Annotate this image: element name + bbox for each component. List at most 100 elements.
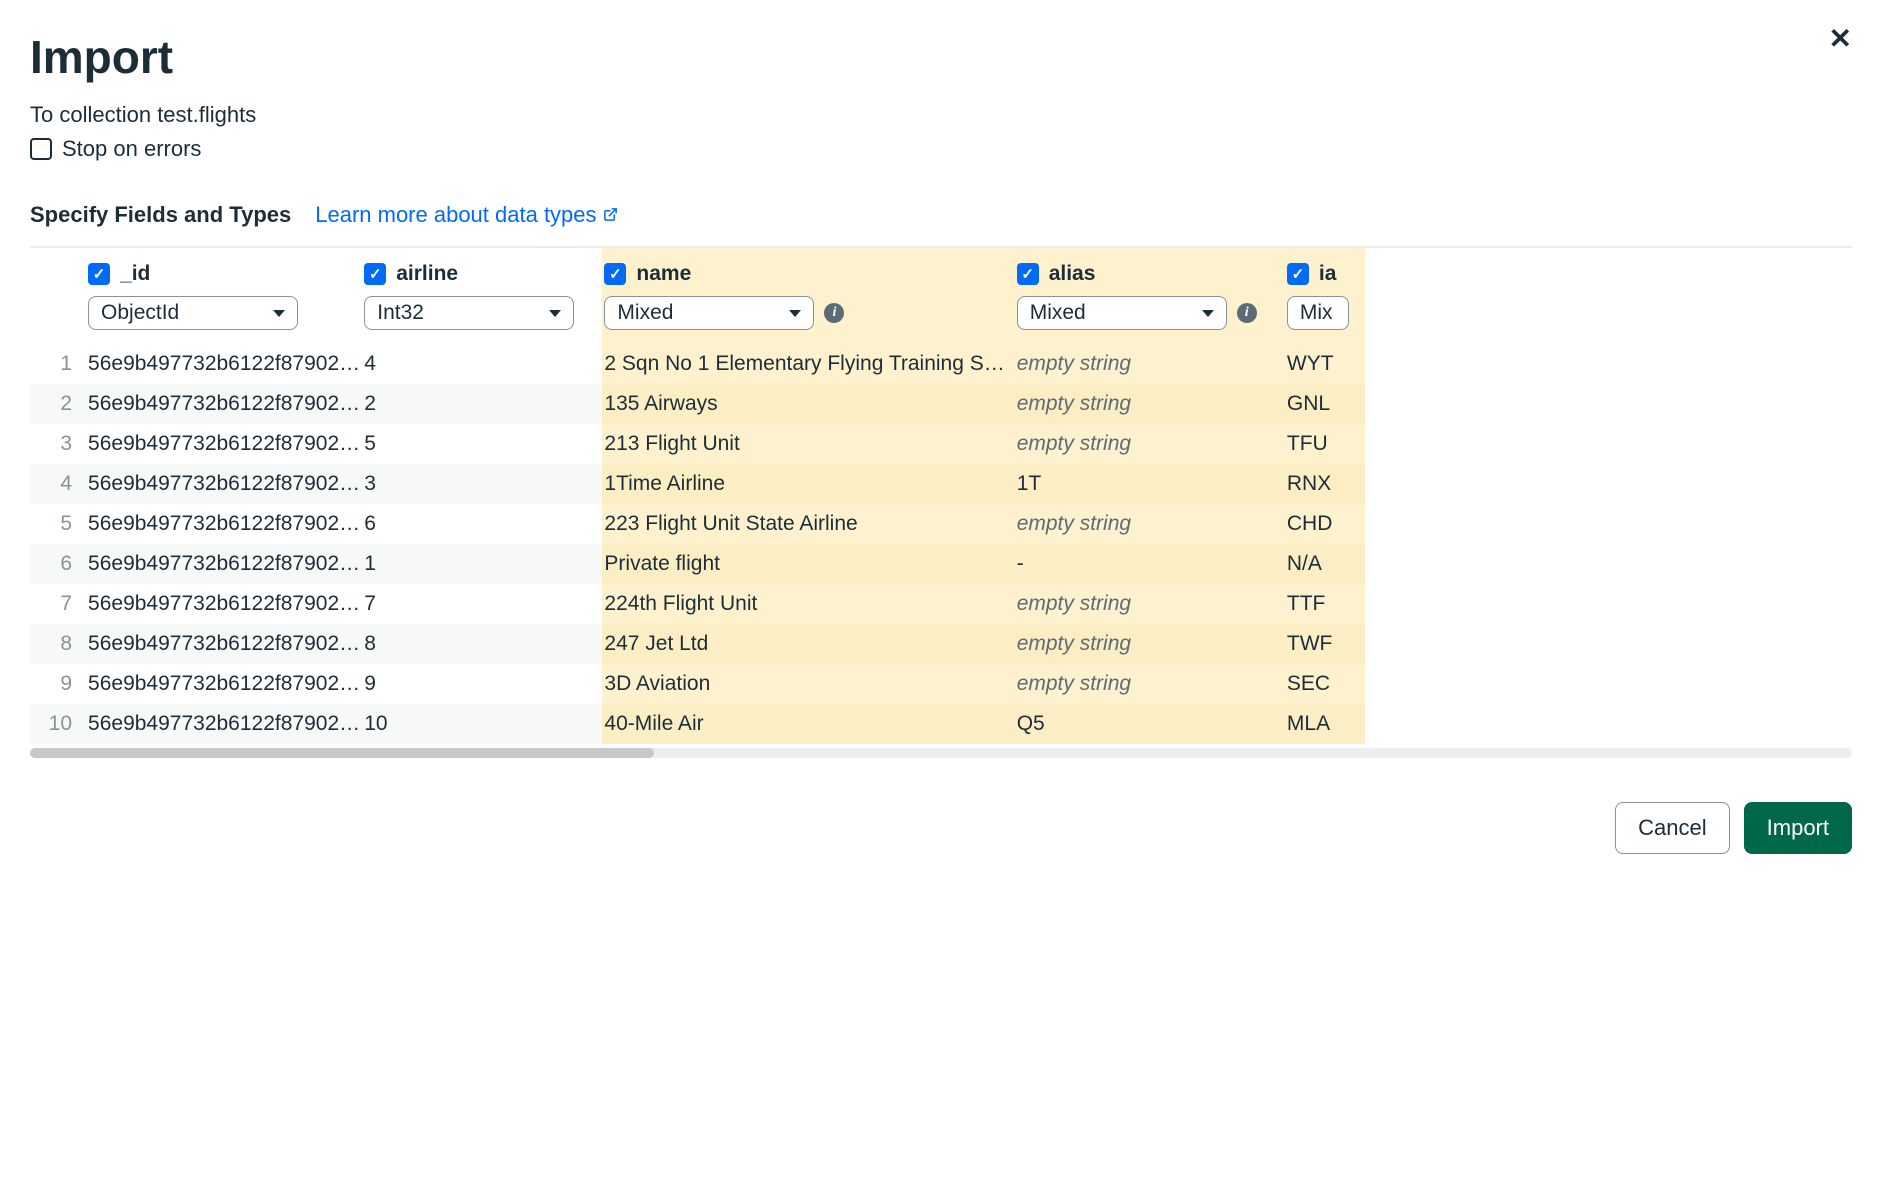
col-id-type-select[interactable]: ObjectId bbox=[88, 296, 298, 330]
cell-alias: empty string bbox=[1015, 424, 1285, 464]
row-number: 7 bbox=[30, 584, 86, 624]
cell-name: 135 Airways bbox=[602, 384, 1014, 424]
table-row: 856e9b497732b6122f87902878247 Jet Ltdemp… bbox=[30, 624, 1365, 664]
empty-string-label: empty string bbox=[1017, 352, 1131, 375]
cell-airline: 6 bbox=[362, 504, 602, 544]
info-icon[interactable]: i bbox=[824, 303, 844, 323]
cell-name: 3D Aviation bbox=[602, 664, 1014, 704]
row-number: 6 bbox=[30, 544, 86, 584]
col-name-checkbox[interactable]: ✓ bbox=[604, 263, 626, 285]
col-iata-checkbox[interactable]: ✓ bbox=[1287, 263, 1309, 285]
col-airline-checkbox[interactable]: ✓ bbox=[364, 263, 386, 285]
preview-table-wrap: ✓ _id ObjectId ✓ airline bbox=[30, 246, 1852, 758]
chevron-down-icon bbox=[789, 310, 801, 317]
col-alias-label: alias bbox=[1049, 262, 1096, 286]
learn-more-link[interactable]: Learn more about data types bbox=[315, 202, 617, 228]
cell-alias: empty string bbox=[1015, 344, 1285, 384]
cell-alias: empty string bbox=[1015, 584, 1285, 624]
cell-iata: MLA bbox=[1285, 704, 1365, 744]
empty-string-label: empty string bbox=[1017, 392, 1131, 415]
col-airline-label: airline bbox=[396, 262, 458, 286]
empty-string-label: empty string bbox=[1017, 672, 1131, 695]
col-name-type: Mixed bbox=[617, 301, 673, 325]
header-row: ✓ _id ObjectId ✓ airline bbox=[30, 248, 1365, 344]
table-row: 256e9b497732b6122f87902812135 Airwaysemp… bbox=[30, 384, 1365, 424]
col-airline-type: Int32 bbox=[377, 301, 424, 325]
col-header-name: ✓ name Mixed i bbox=[602, 248, 1014, 344]
cell-iata: TFU bbox=[1285, 424, 1365, 464]
col-airline-type-select[interactable]: Int32 bbox=[364, 296, 574, 330]
close-icon[interactable]: ✕ bbox=[1829, 22, 1852, 55]
cell-id: 56e9b497732b6122f8790288 bbox=[86, 664, 362, 704]
cancel-button[interactable]: Cancel bbox=[1615, 802, 1729, 854]
chevron-down-icon bbox=[273, 310, 285, 317]
cell-alias: empty string bbox=[1015, 664, 1285, 704]
col-header-iata: ✓ ia Mix bbox=[1285, 248, 1365, 344]
row-number: 5 bbox=[30, 504, 86, 544]
table-row: 656e9b497732b6122f87902851Private flight… bbox=[30, 544, 1365, 584]
empty-string-label: empty string bbox=[1017, 512, 1131, 535]
info-icon[interactable]: i bbox=[1237, 303, 1257, 323]
col-id-checkbox[interactable]: ✓ bbox=[88, 263, 110, 285]
col-alias-type: Mixed bbox=[1030, 301, 1086, 325]
col-header-alias: ✓ alias Mixed i bbox=[1015, 248, 1285, 344]
cell-iata: WYT bbox=[1285, 344, 1365, 384]
row-number: 1 bbox=[30, 344, 86, 384]
scrollbar-thumb[interactable] bbox=[30, 748, 654, 758]
table-row: 956e9b497732b6122f879028893D Aviationemp… bbox=[30, 664, 1365, 704]
cell-name: 2 Sqn No 1 Elementary Flying Training Sc… bbox=[602, 344, 1014, 384]
cell-iata: TWF bbox=[1285, 624, 1365, 664]
col-iata-type-select[interactable]: Mix bbox=[1287, 296, 1349, 330]
col-name-type-select[interactable]: Mixed bbox=[604, 296, 814, 330]
cell-name: 223 Flight Unit State Airline bbox=[602, 504, 1014, 544]
preview-table: ✓ _id ObjectId ✓ airline bbox=[30, 248, 1365, 744]
row-number: 4 bbox=[30, 464, 86, 504]
cell-alias: empty string bbox=[1015, 624, 1285, 664]
horizontal-scrollbar[interactable] bbox=[30, 748, 1852, 758]
table-row: 556e9b497732b6122f87902846223 Flight Uni… bbox=[30, 504, 1365, 544]
cell-name: Private flight bbox=[602, 544, 1014, 584]
cell-alias: - bbox=[1015, 544, 1285, 584]
table-row: 456e9b497732b6122f879028331Time Airline1… bbox=[30, 464, 1365, 504]
cell-name: 40-Mile Air bbox=[602, 704, 1014, 744]
cell-airline: 10 bbox=[362, 704, 602, 744]
chevron-down-icon bbox=[549, 310, 561, 317]
table-row: 1056e9b497732b6122f87902891040-Mile AirQ… bbox=[30, 704, 1365, 744]
cell-id: 56e9b497732b6122f8790286 bbox=[86, 584, 362, 624]
cell-alias: Q5 bbox=[1015, 704, 1285, 744]
external-link-icon bbox=[603, 202, 618, 228]
cell-id: 56e9b497732b6122f8790285 bbox=[86, 544, 362, 584]
row-number: 2 bbox=[30, 384, 86, 424]
chevron-down-icon bbox=[1202, 310, 1214, 317]
cell-airline: 3 bbox=[362, 464, 602, 504]
cell-airline: 5 bbox=[362, 424, 602, 464]
cell-alias: empty string bbox=[1015, 384, 1285, 424]
cell-airline: 4 bbox=[362, 344, 602, 384]
col-alias-checkbox[interactable]: ✓ bbox=[1017, 263, 1039, 285]
cell-airline: 7 bbox=[362, 584, 602, 624]
import-button[interactable]: Import bbox=[1744, 802, 1852, 854]
destination-target: test.flights bbox=[157, 102, 256, 127]
cell-name: 247 Jet Ltd bbox=[602, 624, 1014, 664]
col-alias-type-select[interactable]: Mixed bbox=[1017, 296, 1227, 330]
col-id-type: ObjectId bbox=[101, 301, 179, 325]
cell-id: 56e9b497732b6122f8790281 bbox=[86, 384, 362, 424]
stop-on-errors-checkbox[interactable] bbox=[30, 138, 52, 160]
row-number: 8 bbox=[30, 624, 86, 664]
page-title: Import bbox=[30, 30, 1852, 84]
learn-more-text: Learn more about data types bbox=[315, 202, 596, 228]
cell-alias: empty string bbox=[1015, 504, 1285, 544]
col-header-airline: ✓ airline Int32 bbox=[362, 248, 602, 344]
cell-alias: 1T bbox=[1015, 464, 1285, 504]
empty-string-label: empty string bbox=[1017, 632, 1131, 655]
empty-string-label: empty string bbox=[1017, 432, 1131, 455]
table-row: 356e9b497732b6122f87902825213 Flight Uni… bbox=[30, 424, 1365, 464]
cell-name: 213 Flight Unit bbox=[602, 424, 1014, 464]
col-name-label: name bbox=[636, 262, 691, 286]
destination-prefix: To collection bbox=[30, 102, 157, 127]
empty-string-label: empty string bbox=[1017, 592, 1131, 615]
cell-id: 56e9b497732b6122f8790280 bbox=[86, 344, 362, 384]
stop-on-errors-label: Stop on errors bbox=[62, 136, 201, 162]
cell-iata: N/A bbox=[1285, 544, 1365, 584]
table-row: 156e9b497732b6122f879028042 Sqn No 1 Ele… bbox=[30, 344, 1365, 384]
